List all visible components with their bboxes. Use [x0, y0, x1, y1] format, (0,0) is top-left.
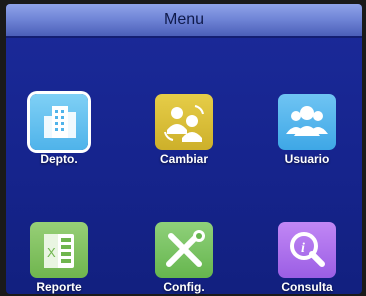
- tile-label: Cambiar: [159, 152, 209, 166]
- excel-icon: X: [30, 222, 88, 278]
- info-search-icon: i: [278, 222, 336, 278]
- svg-text:X: X: [47, 245, 56, 260]
- tile-label: Config.: [163, 280, 205, 294]
- tile-label: Depto.: [40, 152, 78, 166]
- menu-tile-cambiar[interactable]: Cambiar: [145, 94, 223, 170]
- menu-tile-reporte[interactable]: X Reporte: [20, 222, 98, 294]
- users-icon: [278, 94, 336, 150]
- tools-icon: [155, 222, 213, 278]
- menu-tile-config[interactable]: Config.: [145, 222, 223, 294]
- building-icon: [30, 94, 88, 150]
- tile-label: Reporte: [36, 280, 82, 294]
- svg-text:i: i: [301, 241, 305, 256]
- device-screen: Menu Depto. Cambiar Usuario X Reporte Co…: [6, 4, 362, 294]
- menu-title: Menu: [6, 4, 362, 36]
- tile-label: Usuario: [284, 152, 330, 166]
- swap-users-icon: [155, 94, 213, 150]
- menu-tile-depto[interactable]: Depto.: [20, 94, 98, 170]
- tile-label: Consulta: [281, 280, 333, 294]
- menu-tile-consulta[interactable]: i Consulta: [268, 222, 346, 294]
- menu-tile-usuario[interactable]: Usuario: [268, 94, 346, 170]
